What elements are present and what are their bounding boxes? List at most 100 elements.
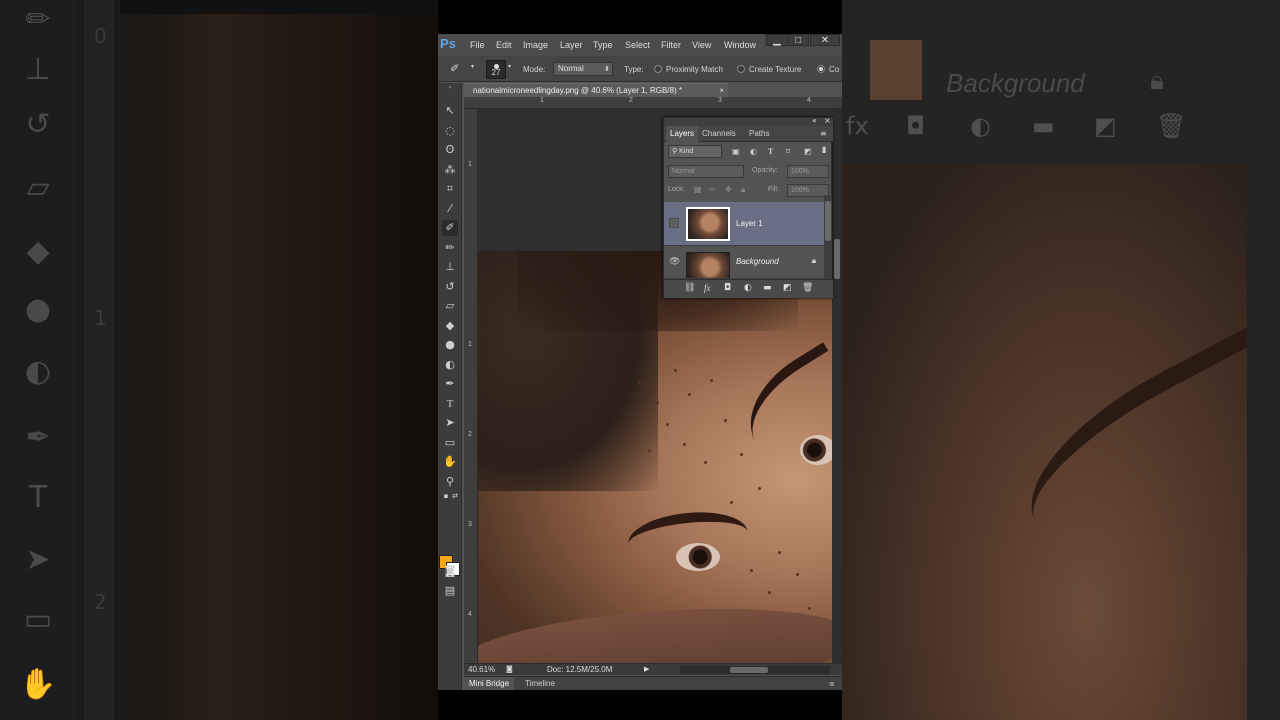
filter-type-icon[interactable]: T <box>768 147 773 156</box>
link-layers-icon[interactable]: ⛓ <box>684 283 695 293</box>
zoom-level[interactable]: 40.61% <box>468 665 495 674</box>
vertical-scrollbar[interactable] <box>832 109 842 663</box>
timeline-tab[interactable]: Timeline <box>520 677 560 690</box>
brush-tool-icon[interactable]: ✏ <box>442 240 458 256</box>
swap-colors-icon[interactable]: ⇄ <box>447 488 463 504</box>
path-select-tool-icon[interactable]: ➤ <box>442 415 458 431</box>
ruler-label: 1 <box>540 97 544 104</box>
fill-field[interactable]: 100% <box>787 184 829 197</box>
paint-bucket-tool-icon[interactable]: ◆ <box>442 318 458 334</box>
delete-layer-icon[interactable]: 🗑︎ <box>802 283 813 293</box>
panel-menu-icon[interactable]: ≡ <box>820 129 827 138</box>
layers-panel: « × Layers Channels Paths ≡ ⚲ Kind ▣ ◐ T… <box>663 116 833 298</box>
layers-scrollbar[interactable] <box>824 195 832 279</box>
filter-toggle-icon[interactable]: ▮ <box>822 145 826 154</box>
lock-image-icon[interactable]: ✏ <box>709 185 716 194</box>
eyedropper-tool-icon[interactable]: ⁄ <box>442 201 458 217</box>
healing-brush-tool-icon[interactable]: ✐ <box>442 220 458 236</box>
menu-layer[interactable]: Layer <box>560 40 583 50</box>
new-layer-icon[interactable]: ◩ <box>783 283 792 293</box>
search-icon: ⚲ <box>672 147 678 155</box>
layer-row-layer-1[interactable]: Layer 1 <box>664 202 824 246</box>
proximity-match-radio[interactable]: Proximity Match <box>654 65 723 74</box>
close-button[interactable]: ✕ <box>810 34 840 46</box>
visibility-toggle-off[interactable] <box>669 218 679 228</box>
blurred-lock-icon: 🔒︎ <box>1150 66 1164 96</box>
document-tab[interactable]: nationalmicroneedlingday.png @ 40.6% (La… <box>464 83 728 97</box>
menu-window[interactable]: Window <box>724 40 756 50</box>
ruler-label: 1 <box>468 341 472 348</box>
move-tool-icon[interactable]: ↖ <box>442 103 458 119</box>
blend-mode-select[interactable]: Normal <box>668 165 744 178</box>
hand-tool-icon[interactable]: ✋ <box>442 454 458 470</box>
eye-icon[interactable]: 👁︎ <box>669 257 680 267</box>
filter-shape-icon[interactable]: ⌑ <box>786 147 790 156</box>
freckle <box>796 573 799 576</box>
menu-select[interactable]: Select <box>625 40 650 50</box>
status-info-icon[interactable]: ◙ <box>506 665 513 673</box>
mode-select[interactable]: Normal <box>553 62 613 76</box>
opacity-field[interactable]: 100% <box>787 165 829 178</box>
ruler-label: 3 <box>468 521 472 528</box>
adjustment-layer-icon[interactable]: ◐ <box>744 283 752 293</box>
create-texture-radio[interactable]: Create Texture <box>737 65 801 74</box>
close-document-icon[interactable]: × <box>719 84 724 97</box>
minimize-button[interactable]: ▁ <box>766 34 788 46</box>
crop-tool-icon[interactable]: ⌗ <box>442 181 458 197</box>
add-mask-icon[interactable]: ◘ <box>724 283 731 293</box>
filter-pixel-icon[interactable]: ▣ <box>732 147 740 156</box>
content-aware-radio[interactable]: Co <box>817 65 839 74</box>
marquee-tool-icon[interactable]: ◌ <box>442 123 458 139</box>
blurred-pen-icon: ✒ <box>25 420 51 455</box>
quick-select-tool-icon[interactable]: ⁂ <box>442 162 458 178</box>
history-brush-tool-icon[interactable]: ↺ <box>442 279 458 295</box>
fill-label: Fill: <box>768 186 779 193</box>
tab-layers[interactable]: Layers <box>666 126 699 142</box>
menu-type[interactable]: Type <box>593 40 613 50</box>
type-tool-icon[interactable]: T <box>442 396 458 412</box>
quick-mask-icon[interactable]: ◙ <box>442 563 458 579</box>
new-group-icon[interactable]: ▬ <box>763 283 772 293</box>
blur-tool-icon[interactable]: ● <box>442 337 458 353</box>
filter-smart-object-icon[interactable]: ◩ <box>804 147 812 156</box>
filter-adjustment-icon[interactable]: ◐ <box>750 147 757 156</box>
panel-menu-icon[interactable]: ≡ <box>824 677 840 690</box>
dodge-tool-icon[interactable]: ◐ <box>442 357 458 373</box>
mini-bridge-tab[interactable]: Mini Bridge <box>464 677 515 690</box>
blurred-select-icon: ➤ <box>25 542 51 577</box>
bottom-panel-bar: Mini Bridge Timeline ≡ <box>464 676 842 690</box>
maximize-button[interactable]: □ <box>787 34 809 46</box>
blurred-dodge-icon: ◐ <box>24 354 52 389</box>
status-menu-arrow-icon[interactable]: ▶ <box>644 665 649 673</box>
spot-healing-brush-icon[interactable]: ✐ <box>450 62 459 75</box>
document-image[interactable] <box>478 251 832 663</box>
pen-tool-icon[interactable]: ✒ <box>442 376 458 392</box>
fx-icon[interactable]: fx <box>704 283 711 293</box>
tab-paths[interactable]: Paths <box>749 129 769 138</box>
tab-channels[interactable]: Channels <box>702 129 736 138</box>
menu-file[interactable]: File <box>470 40 485 50</box>
lasso-tool-icon[interactable]: ʘ <box>442 142 458 158</box>
vertical-ruler: 1 1 2 3 4 <box>464 109 478 663</box>
menu-filter[interactable]: Filter <box>661 40 681 50</box>
panel-collapse-icon[interactable]: » <box>442 80 458 96</box>
tool-preset-dropdown-icon[interactable]: ▾ <box>471 63 474 70</box>
menu-edit[interactable]: Edit <box>496 40 512 50</box>
layer-row-background[interactable]: 👁︎ Background 🔒︎ <box>664 247 824 279</box>
close-panel-icon[interactable]: × <box>824 116 831 125</box>
horizontal-scrollbar[interactable] <box>680 666 830 674</box>
eraser-tool-icon[interactable]: ▱ <box>442 298 458 314</box>
menu-view[interactable]: View <box>692 40 711 50</box>
clone-stamp-tool-icon[interactable]: ⊥ <box>442 259 458 275</box>
freckle <box>730 501 733 504</box>
brush-picker-dropdown-icon[interactable]: ▾ <box>508 63 511 70</box>
collapse-panel-icon[interactable]: « <box>812 116 817 125</box>
brush-size-picker[interactable]: 27 <box>486 60 506 79</box>
lock-all-icon[interactable]: 🔒︎ <box>741 185 745 195</box>
layer-filter-kind[interactable]: ⚲ Kind <box>668 145 722 158</box>
menu-image[interactable]: Image <box>523 40 548 50</box>
screen-mode-icon[interactable]: ▤ <box>442 583 458 599</box>
lock-position-icon[interactable]: ✥ <box>725 185 732 194</box>
lock-transparent-icon[interactable]: ▦ <box>694 185 702 194</box>
shape-tool-icon[interactable]: ▭ <box>442 435 458 451</box>
